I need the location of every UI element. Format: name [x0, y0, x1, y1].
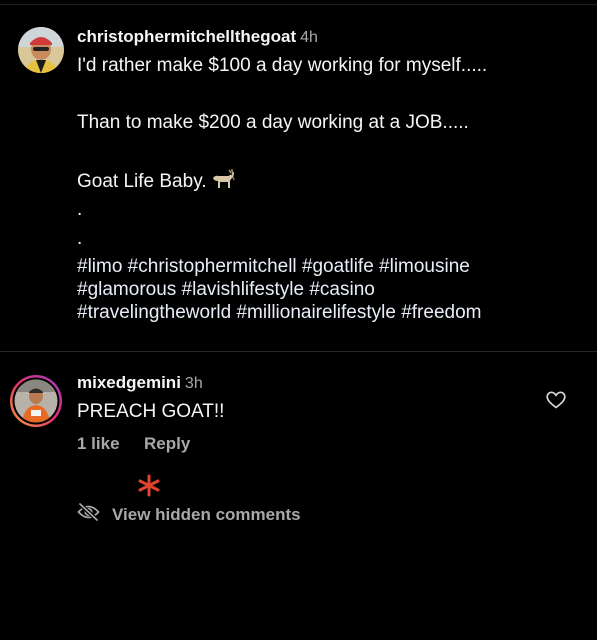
post-author-avatar[interactable]	[18, 27, 64, 73]
post-text-dot-1: .	[77, 199, 83, 220]
view-hidden-comments-label: View hidden comments	[112, 504, 301, 524]
post-header: christophermitchellthegoat 4h	[77, 27, 318, 47]
hashtag-line-2[interactable]: #glamorous #lavishlifestyle #casino	[77, 279, 375, 301]
post-username[interactable]: christophermitchellthegoat	[77, 27, 296, 46]
post-text-line-3: Goat Life Baby.	[77, 169, 235, 197]
comment-header: mixedgemini 3h	[77, 373, 203, 393]
hashtag-line-1[interactable]: #limo #christophermitchell #goatlife #li…	[77, 256, 470, 278]
comment-author-avatar[interactable]	[9, 374, 63, 428]
reply-button[interactable]: Reply	[144, 434, 190, 454]
comment-like-count[interactable]: 1 like	[77, 434, 120, 454]
eye-slash-icon	[77, 502, 100, 527]
comment-text: PREACH GOAT!!	[77, 401, 225, 422]
heart-icon[interactable]	[546, 391, 566, 409]
post-time: 4h	[300, 29, 318, 46]
post-text-line-1: I'd rather make $100 a day working for m…	[77, 55, 488, 76]
post-text-line-3-text: Goat Life Baby.	[77, 171, 207, 192]
top-divider	[0, 4, 597, 5]
comment-time: 3h	[184, 375, 203, 392]
view-hidden-comments-button[interactable]: View hidden comments	[77, 502, 301, 527]
asterisk-icon	[136, 473, 162, 499]
comment-username[interactable]: mixedgemini	[77, 373, 181, 392]
post-text-line-2: Than to make $200 a day working at a JOB…	[77, 112, 469, 133]
post-text-dot-2: .	[77, 228, 83, 249]
post-comment-divider	[0, 351, 597, 352]
goat-emoji-icon	[209, 169, 235, 197]
comments-screen: christophermitchellthegoat 4h I'd rather …	[0, 0, 597, 640]
hashtag-line-3[interactable]: #travelingtheworld #millionairelifestyle…	[77, 302, 481, 324]
